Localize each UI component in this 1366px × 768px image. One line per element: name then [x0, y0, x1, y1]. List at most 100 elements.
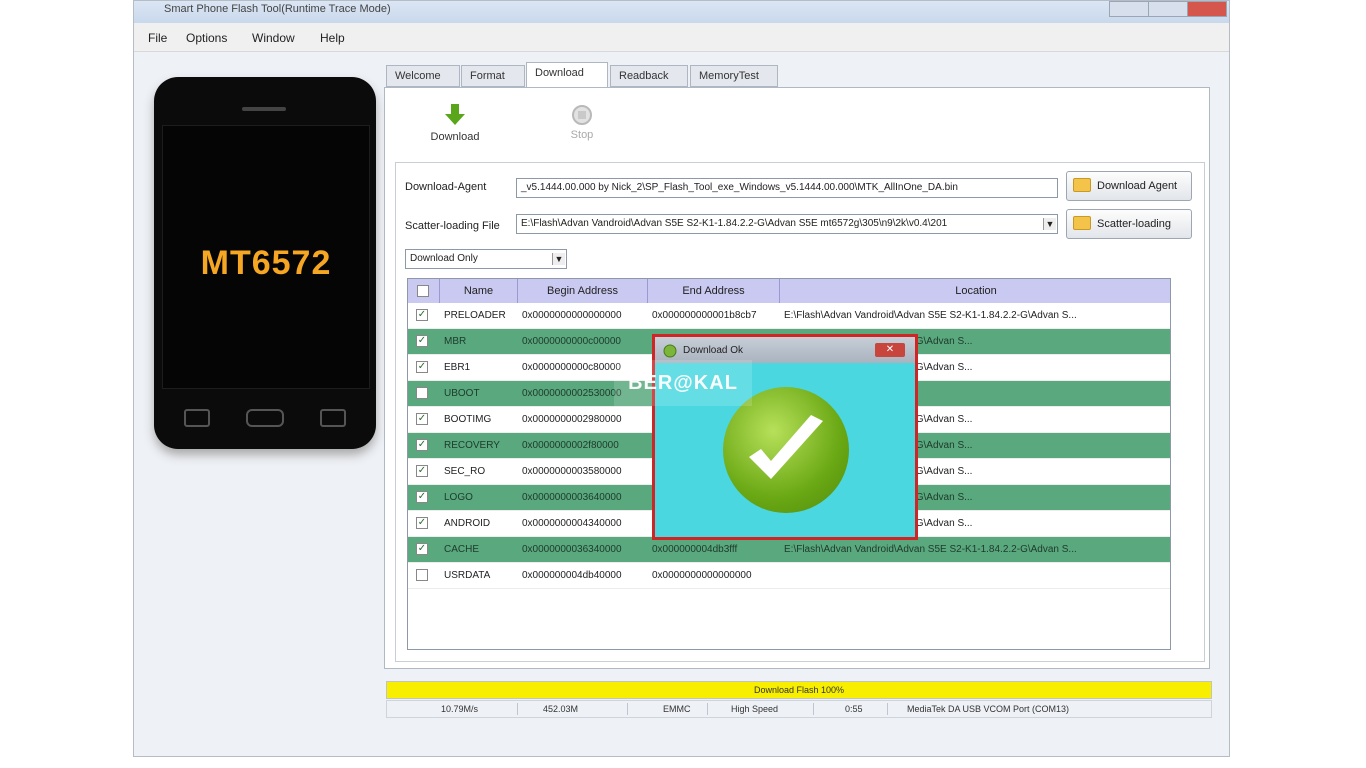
tab-download[interactable]: Download	[526, 62, 608, 88]
download-agent-field[interactable]: _v5.1444.00.000 by Nick_2\SP_Flash_Tool_…	[516, 178, 1058, 198]
phone-screen: MT6572	[162, 125, 370, 389]
tab-format[interactable]: Format	[461, 65, 525, 87]
scatter-file-label: Scatter-loading File	[405, 220, 500, 232]
begin-address-cell: 0x0000000036340000	[522, 544, 622, 555]
watermark: BER@KAL	[614, 360, 752, 406]
menu-help[interactable]: Help	[320, 31, 345, 45]
minimize-button[interactable]	[1109, 1, 1149, 17]
scatter-loading-button[interactable]: Scatter-loading	[1066, 209, 1192, 239]
select-all-checkbox[interactable]	[417, 285, 429, 297]
chevron-down-icon[interactable]: ▼	[1043, 218, 1056, 230]
begin-address-cell: 0x0000000000c00000	[522, 336, 621, 347]
download-agent-button-label: Download Agent	[1097, 180, 1178, 192]
partition-name-cell: SEC_RO	[444, 466, 486, 477]
status-mode: High Speed	[731, 704, 779, 714]
download-agent-button[interactable]: Download Agent	[1066, 171, 1192, 201]
begin-address-cell: 0x000000004db40000	[522, 570, 622, 581]
phone-image: MT6572	[154, 77, 376, 449]
table-row[interactable]: ✓ CACHE 0x0000000036340000 0x000000004db3ff…	[408, 537, 1170, 563]
column-header-begin[interactable]: Begin Address	[518, 279, 648, 303]
begin-address-cell: 0x0000000000000000	[522, 310, 622, 321]
begin-address-cell: 0x0000000002980000	[522, 414, 622, 425]
header-checkbox-cell	[408, 279, 440, 303]
partition-name-cell: MBR	[444, 336, 467, 347]
menu-bar: File Options Window Help	[134, 23, 1229, 52]
download-button-label: Download	[430, 131, 480, 143]
maximize-button[interactable]	[1148, 1, 1188, 17]
row-checkbox[interactable]	[416, 569, 428, 581]
partition-name-cell: BOOTIMG	[444, 414, 492, 425]
stop-button[interactable]: Stop	[552, 104, 612, 141]
download-arrow-icon	[445, 104, 465, 125]
partition-name-cell: LOGO	[444, 492, 473, 503]
row-checkbox[interactable]: ✓	[416, 465, 428, 477]
column-header-end[interactable]: End Address	[648, 279, 780, 303]
end-address-cell: 0x000000004db3fff	[652, 544, 738, 555]
back-key-icon	[320, 409, 346, 427]
tab-readback[interactable]: Readback	[610, 65, 688, 87]
dialog-app-icon	[663, 344, 677, 358]
menu-file[interactable]: File	[148, 31, 167, 45]
stop-icon	[572, 105, 592, 125]
partition-name-cell: USRDATA	[444, 570, 491, 581]
folder-icon	[1073, 216, 1091, 230]
menu-key-icon	[184, 409, 210, 427]
row-checkbox[interactable]: ✓	[416, 491, 428, 503]
dialog-close-button[interactable]: ✕	[875, 343, 905, 357]
column-header-name[interactable]: Name	[440, 279, 518, 303]
row-checkbox[interactable]: ✓	[416, 543, 428, 555]
partition-name-cell: CACHE	[444, 544, 480, 555]
close-button[interactable]	[1187, 1, 1227, 17]
row-checkbox[interactable]	[416, 387, 428, 399]
partition-name-cell: PRELOADER	[444, 310, 506, 321]
scatter-file-field[interactable]: E:\Flash\Advan Vandroid\Advan S5E S2-K1-…	[516, 214, 1058, 234]
status-storage: EMMC	[663, 704, 691, 714]
progress-bar: Download Flash 100%	[386, 681, 1212, 699]
phone-model-label: MT6572	[200, 244, 332, 282]
partition-name-cell: RECOVERY	[444, 440, 500, 451]
window-title: Smart Phone Flash Tool(Runtime Trace Mod…	[164, 3, 391, 15]
row-checkbox[interactable]: ✓	[416, 361, 428, 373]
table-row[interactable]: ✓ PRELOADER 0x0000000000000000 0x0000000000…	[408, 303, 1170, 329]
status-speed: 10.79M/s	[441, 704, 479, 714]
status-time: 0:55	[845, 704, 863, 714]
scatter-loading-button-label: Scatter-loading	[1097, 218, 1171, 230]
row-checkbox[interactable]: ✓	[416, 335, 428, 347]
table-row[interactable]: USRDATA 0x000000004db40000 0x0000000000000…	[408, 563, 1170, 589]
end-address-cell: 0x000000000001b8cb7	[652, 310, 757, 321]
partition-name-cell: UBOOT	[444, 388, 480, 399]
partition-name-cell: EBR1	[444, 362, 471, 373]
dialog-title: Download Ok	[683, 345, 744, 356]
tab-welcome[interactable]: Welcome	[386, 65, 460, 87]
begin-address-cell: 0x0000000002f80000	[522, 440, 619, 451]
begin-address-cell: 0x0000000004340000	[522, 518, 622, 529]
row-checkbox[interactable]: ✓	[416, 439, 428, 451]
location-path-cell: E:\Flash\Advan Vandroid\Advan S5E S2-K1-…	[784, 544, 1077, 555]
partition-name-cell: ANDROID	[444, 518, 491, 529]
chevron-down-icon[interactable]: ▼	[552, 253, 565, 265]
row-checkbox[interactable]: ✓	[416, 309, 428, 321]
scatter-file-value: E:\Flash\Advan Vandroid\Advan S5E S2-K1-…	[521, 218, 948, 229]
row-checkbox[interactable]: ✓	[416, 517, 428, 529]
download-button[interactable]: Download	[420, 102, 490, 143]
menu-window[interactable]: Window	[252, 31, 295, 45]
menu-options[interactable]: Options	[186, 31, 227, 45]
stop-button-label: Stop	[570, 129, 594, 141]
folder-icon	[1073, 178, 1091, 192]
status-bar: 10.79M/s 452.03M EMMC High Speed 0:55 Me…	[386, 700, 1212, 718]
home-key-icon	[246, 409, 284, 427]
phone-speaker	[242, 107, 286, 111]
begin-address-cell: 0x0000000003580000	[522, 466, 622, 477]
location-path-cell: E:\Flash\Advan Vandroid\Advan S5E S2-K1-…	[784, 310, 1077, 321]
column-header-location[interactable]: Location	[780, 279, 1170, 303]
begin-address-cell: 0x0000000003640000	[522, 492, 622, 503]
download-mode-value: Download Only	[410, 253, 478, 264]
tab-memorytest[interactable]: MemoryTest	[690, 65, 778, 87]
status-port: MediaTek DA USB VCOM Port (COM13)	[907, 704, 1070, 714]
download-agent-label: Download-Agent	[405, 181, 487, 193]
end-address-cell: 0x0000000000000000	[652, 570, 752, 581]
status-size: 452.03M	[543, 704, 579, 714]
download-mode-select[interactable]: Download Only ▼	[405, 249, 567, 269]
title-bar: Smart Phone Flash Tool(Runtime Trace Mod…	[134, 1, 1229, 23]
row-checkbox[interactable]: ✓	[416, 413, 428, 425]
